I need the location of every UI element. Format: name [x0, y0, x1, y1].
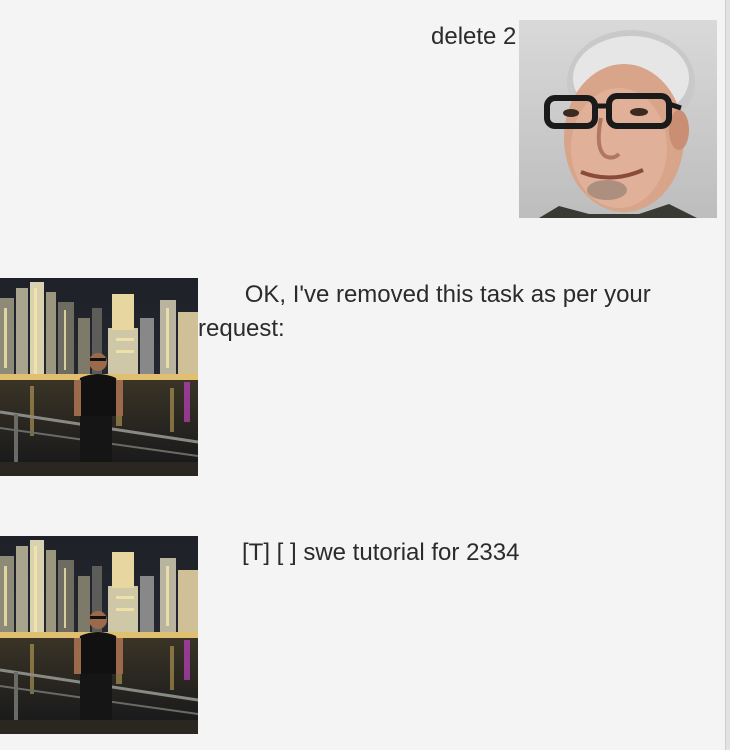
user-message-text: delete 2 — [431, 23, 517, 50]
bot-avatar-icon — [0, 536, 198, 734]
bot-avatar-icon — [0, 278, 198, 476]
scrollbar[interactable] — [725, 0, 730, 750]
user-avatar-icon — [519, 20, 717, 218]
bot-avatar — [0, 278, 198, 476]
bot-message-text: OK, I've removed this task as per your r… — [198, 281, 651, 342]
bot-avatar — [0, 536, 198, 734]
user-avatar — [519, 20, 717, 218]
bot-message-text: [T] [ ] swe tutorial for 2334 — [242, 539, 520, 566]
